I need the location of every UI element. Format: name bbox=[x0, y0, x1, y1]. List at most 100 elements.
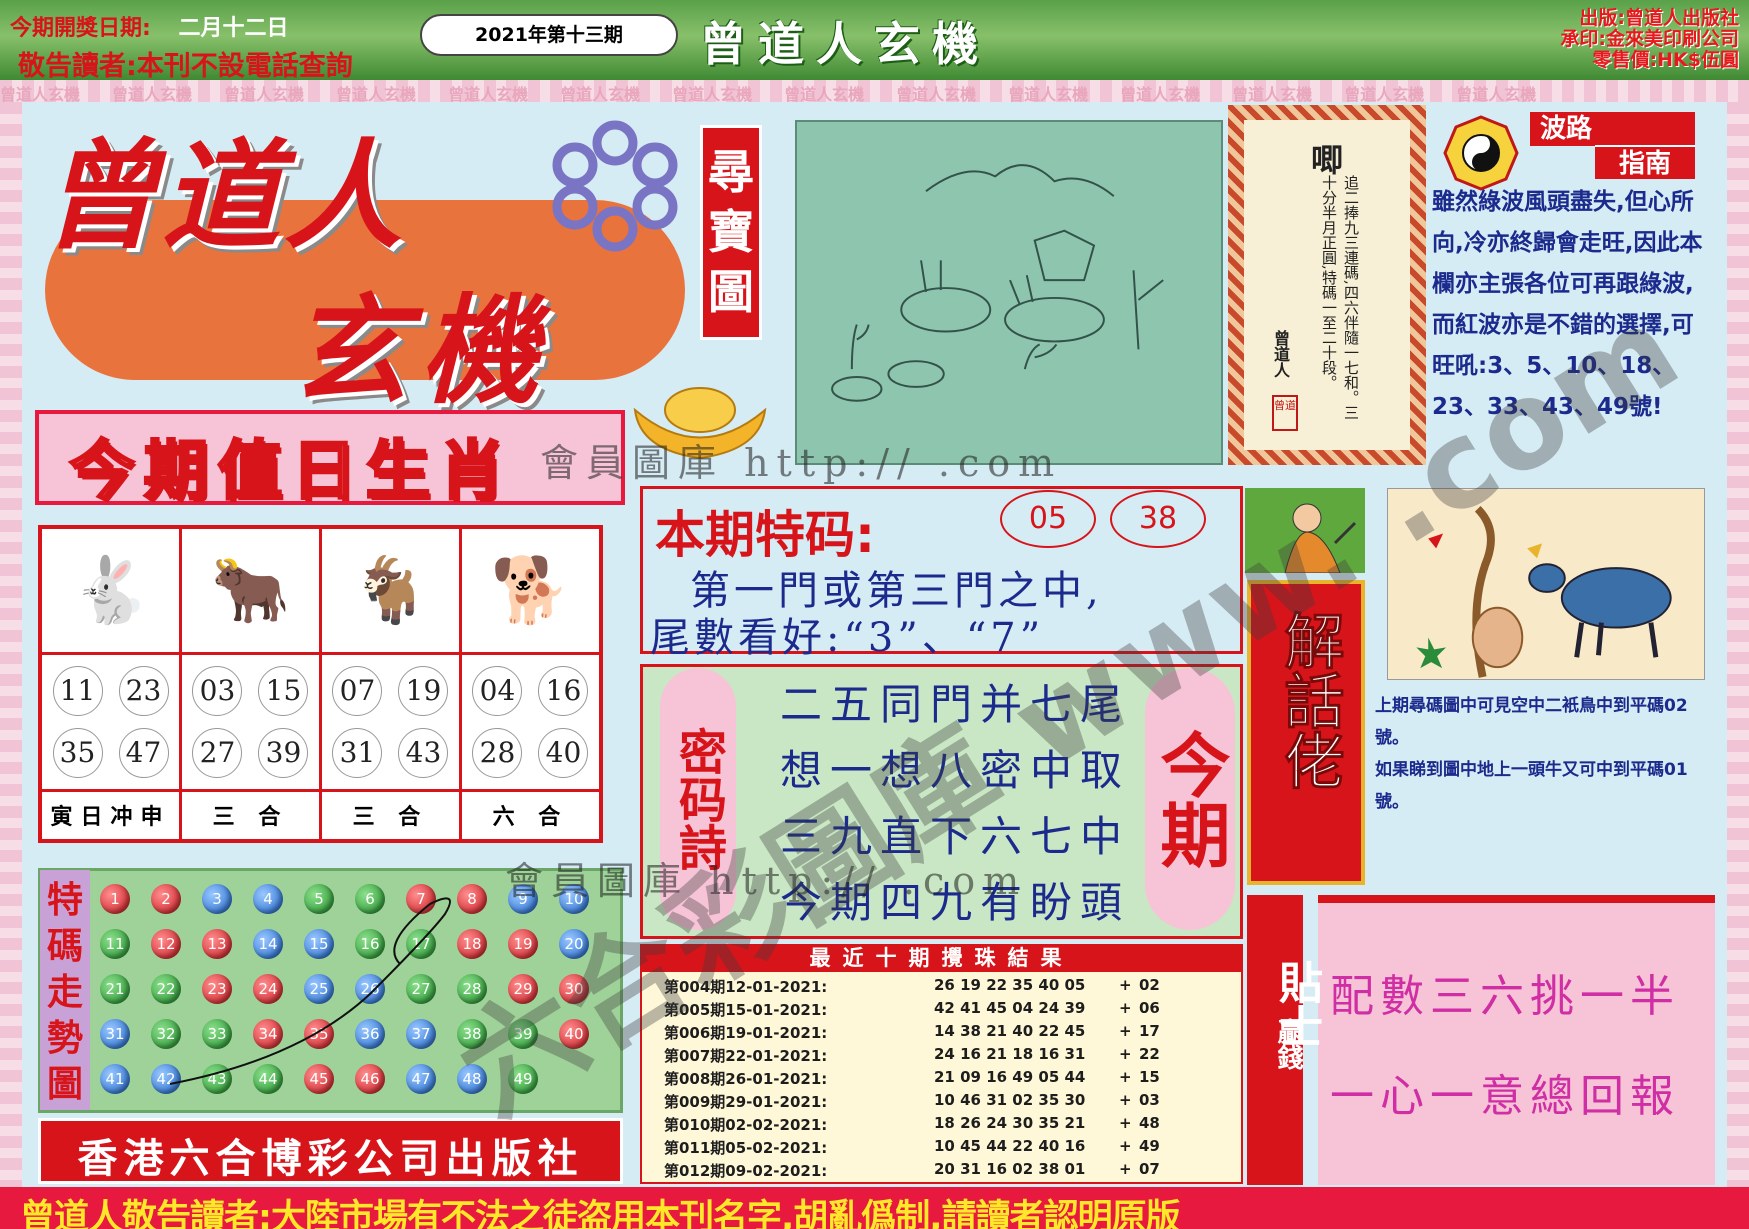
result-numbers: 18 26 24 30 35 21 bbox=[934, 1114, 1086, 1132]
zodiac-number: 47 bbox=[118, 727, 169, 778]
zodiac-number: 39 bbox=[258, 727, 309, 778]
plus-icon: + bbox=[1119, 999, 1132, 1017]
treasure-map-picture bbox=[795, 120, 1223, 465]
border-text-6: 曾道人玄機 bbox=[560, 85, 641, 104]
result-numbers: 20 31 16 02 38 01 bbox=[934, 1160, 1086, 1178]
plus-icon: + bbox=[1119, 976, 1132, 994]
result-row: 第010期02-02-2021: 18 26 24 30 35 21 48 + bbox=[664, 1114, 1234, 1137]
result-issue: 第011期05-02-2021: bbox=[664, 1139, 828, 1157]
result-special: 22 bbox=[1139, 1045, 1160, 1063]
winning-tip-line-1: 配數三六挑一半 bbox=[1330, 971, 1680, 1022]
zodiac-cell: 🐐 bbox=[318, 525, 462, 656]
rabbit-icon: 🐇 bbox=[70, 553, 151, 628]
ox-icon: 🐂 bbox=[210, 553, 291, 628]
result-issue: 第008期26-01-2021: bbox=[664, 1070, 828, 1088]
plus-icon: + bbox=[1119, 1022, 1132, 1040]
scroll-text: 追二捧九三連碼,四六伴隨一七和。三十分半月正圓,特碼一至二十段。 bbox=[1320, 175, 1360, 420]
trend-chart-label: 特碼走勢圖 bbox=[40, 870, 90, 1110]
zodiac-number: 43 bbox=[398, 727, 449, 778]
result-row: 第009期29-01-2021: 10 46 31 02 35 30 03 + bbox=[664, 1091, 1234, 1114]
zodiac-number: 35 bbox=[52, 727, 103, 778]
zodiac-footer: 六 合 bbox=[458, 788, 603, 843]
plus-icon: + bbox=[1119, 1091, 1132, 1109]
winning-tip-box bbox=[1318, 895, 1715, 1185]
result-issue: 第007期22-01-2021: bbox=[664, 1047, 828, 1065]
wave-guide-title-1: 波路 bbox=[1530, 112, 1695, 146]
result-special: 17 bbox=[1139, 1022, 1160, 1040]
draw-date-label: 今期開獎日期: bbox=[10, 16, 151, 41]
piracy-warning: 曾道人敬告讀者:大陸市場有不法之徒盗用本刊名字,胡亂僞制,請讀者認明原版 bbox=[20, 1198, 1181, 1229]
zodiac-cell: 🐇 bbox=[38, 525, 182, 656]
zodiac-footer: 三 合 bbox=[318, 788, 462, 843]
right-border bbox=[1727, 102, 1749, 1187]
zodiac-number: 27 bbox=[192, 727, 243, 778]
result-numbers: 42 41 45 04 24 39 bbox=[934, 999, 1086, 1017]
treasure-map-label: 尋寶圖 bbox=[700, 125, 762, 340]
zodiac-number: 19 bbox=[398, 665, 449, 716]
zodiac-number: 07 bbox=[332, 665, 383, 716]
coin-ring-logo-icon bbox=[552, 120, 678, 252]
result-row: 第007期22-01-2021: 24 16 21 18 16 31 22 + bbox=[664, 1045, 1234, 1068]
zodiac-number: 31 bbox=[332, 727, 383, 778]
last-issue-note: 上期尋碼圖中可見空中二衹鳥中到平碼02號。 如果睇到圖中地上一頭牛又可中到平碼0… bbox=[1375, 690, 1715, 818]
result-issue: 第010期02-02-2021: bbox=[664, 1116, 828, 1134]
zodiac-title: 今期值日生肖 bbox=[69, 434, 514, 511]
border-text-8: 曾道人玄機 bbox=[784, 85, 865, 104]
zodiac-numbers: 03 15 27 39 bbox=[179, 652, 322, 792]
result-special: 03 bbox=[1139, 1091, 1160, 1109]
scroll-seal: 曾道 bbox=[1272, 395, 1298, 431]
scroll-signature: 曾道人 bbox=[1271, 330, 1290, 378]
border-text-11: 曾道人玄機 bbox=[1120, 85, 1201, 104]
wave-guide-title-2: 指南 bbox=[1595, 145, 1695, 179]
zodiac-footer: 三 合 bbox=[179, 788, 322, 843]
plus-icon: + bbox=[1119, 1068, 1132, 1086]
result-row: 第008期26-01-2021: 21 09 16 49 05 44 15 + bbox=[664, 1068, 1234, 1091]
zodiac-number: 28 bbox=[472, 727, 523, 778]
result-numbers: 21 09 16 49 05 44 bbox=[934, 1068, 1086, 1086]
phone-notice: 敬告讀者:本刊不設電話查詢 bbox=[18, 51, 353, 82]
publisher-line: 出版:曾道人出版社 bbox=[1579, 7, 1739, 29]
zodiac-number: 40 bbox=[538, 727, 589, 778]
zodiac-cell: 🐕 bbox=[458, 525, 603, 656]
masthead-line-2: 玄機 bbox=[290, 282, 551, 420]
winning-tip-line-2: 一心一意總回報 bbox=[1330, 1071, 1680, 1122]
price-line: 零售價:HK$伍圓 bbox=[1592, 49, 1739, 71]
plus-icon: + bbox=[1119, 1045, 1132, 1063]
result-issue: 第012期09-02-2021: bbox=[664, 1162, 828, 1180]
result-numbers: 14 38 21 40 22 45 bbox=[934, 1022, 1086, 1040]
border-text-14: 曾道人玄機 bbox=[1456, 85, 1537, 104]
zodiac-number: 15 bbox=[258, 665, 309, 716]
dog-icon: 🐕 bbox=[490, 553, 571, 628]
goat-icon: 🐐 bbox=[350, 553, 431, 628]
plus-icon: + bbox=[1119, 1137, 1132, 1155]
special-code-title: 本期特码: bbox=[655, 506, 875, 564]
zodiac-number: 04 bbox=[472, 665, 523, 716]
result-special: 48 bbox=[1139, 1114, 1160, 1132]
brand-title: 曾道人玄機 bbox=[700, 17, 990, 71]
watermark-upper: 會員圖庫 http:// .com bbox=[540, 441, 1063, 485]
zodiac-number: 03 bbox=[192, 665, 243, 716]
border-text-7: 曾道人玄機 bbox=[672, 85, 753, 104]
zodiac-cell: 🐂 bbox=[179, 525, 322, 656]
zodiac-numbers: 07 19 31 43 bbox=[318, 652, 462, 792]
plus-icon: + bbox=[1119, 1160, 1132, 1178]
last-issue-line-2: 如果睇到圖中地上一頭牛又可中到平碼01號。 bbox=[1375, 760, 1688, 812]
border-text-13: 曾道人玄機 bbox=[1344, 85, 1425, 104]
zodiac-number: 23 bbox=[118, 665, 169, 716]
result-row: 第006期19-01-2021: 14 38 21 40 22 45 17 + bbox=[664, 1022, 1234, 1045]
border-text-9: 曾道人玄機 bbox=[896, 85, 977, 104]
result-special: 07 bbox=[1139, 1160, 1160, 1178]
zodiac-table: 🐇 🐂 🐐 🐕 11 23 35 47 03 15 27 39 07 19 31 43 04… bbox=[38, 525, 603, 843]
result-numbers: 10 46 31 02 35 30 bbox=[934, 1091, 1086, 1109]
last-issue-line-1: 上期尋碼圖中可見空中二衹鳥中到平碼02號。 bbox=[1375, 696, 1688, 748]
result-special: 15 bbox=[1139, 1068, 1160, 1086]
result-row: 第005期15-01-2021: 42 41 45 04 24 39 06 + bbox=[664, 999, 1234, 1022]
result-special: 49 bbox=[1139, 1137, 1160, 1155]
plus-icon: + bbox=[1119, 1114, 1132, 1132]
result-row: 第012期09-02-2021: 20 31 16 02 38 01 07 + bbox=[664, 1160, 1234, 1183]
result-numbers: 24 16 21 18 16 31 bbox=[934, 1045, 1086, 1063]
printer-line: 承印:金來美印刷公司 bbox=[1560, 28, 1739, 50]
result-issue: 第009期29-01-2021: bbox=[664, 1093, 828, 1111]
result-special: 02 bbox=[1139, 976, 1160, 994]
draw-date-value: 二月十二日 bbox=[178, 16, 289, 41]
